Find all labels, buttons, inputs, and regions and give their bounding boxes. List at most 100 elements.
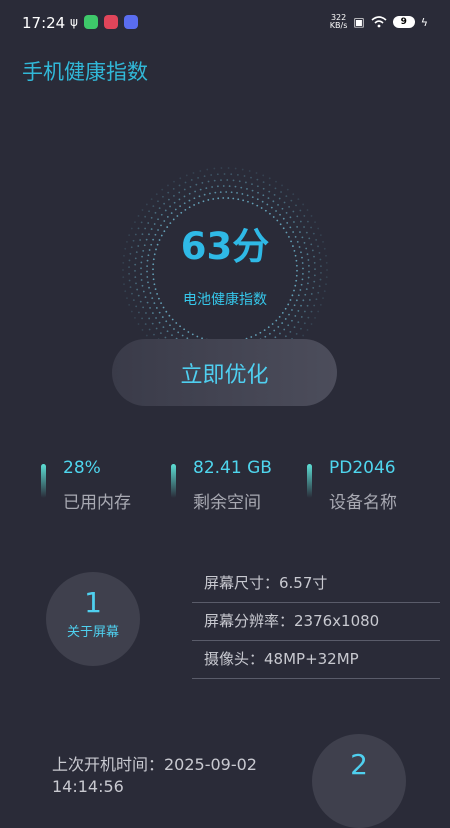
ring-dot [320,271,322,274]
ring-dot [288,205,291,208]
ring-dot [199,170,202,172]
ring-dot [230,173,233,176]
ring-dot [122,276,125,279]
ring-dot [148,210,150,213]
ring-dot [163,202,166,205]
ring-dot [145,312,147,314]
ring-dot [270,206,273,209]
ring-dot [256,185,259,188]
ring-dot [317,310,320,313]
ring-dot [274,336,277,339]
ring-dot [296,269,298,272]
ring-dot [207,180,210,183]
ring-dot [203,193,206,196]
ring-dot [199,188,202,191]
ring-dot [130,310,133,313]
ring-dot [285,211,288,214]
ring-dot [223,173,226,175]
ring-dot [284,335,287,338]
screen-info-badge: 1 关于屏幕 [46,572,140,666]
ring-dot [141,284,144,287]
ring-dot [236,192,238,194]
ring-dot [152,278,155,281]
ring-dot [164,209,167,212]
ring-dot [179,325,181,328]
ring-dot [155,327,158,330]
ring-dot [193,197,196,200]
ring-dot [177,331,180,334]
ring-dot [155,317,157,319]
ring-dot [307,276,310,279]
stat-value: 82.41 GB [193,458,272,478]
ring-dot [173,194,175,197]
ring-dot [197,176,199,179]
screen-size-line: 屏幕尺寸：6.57寸 [192,572,440,603]
ring-dot [273,329,276,332]
divider [192,602,440,603]
ring-dot [281,207,284,210]
ring-dot [251,202,254,205]
ring-dot [277,326,280,328]
ring-dot [291,319,293,322]
ring-dot [262,181,265,184]
ring-dot [318,285,321,288]
ring-dot [162,195,164,198]
ring-dot [123,283,125,286]
ring-dot [157,200,159,203]
ring-dot [251,189,254,192]
system-icons: 322 KB/s ▣ 9 ϟ [330,14,428,30]
ring-dot [148,328,151,331]
ring-dot [306,209,309,211]
ring-dot [247,200,249,203]
ring-dot [220,179,222,181]
ring-dot [166,330,169,333]
ring-dot [230,191,233,194]
ring-dot [297,310,300,312]
ring-dot [159,332,162,335]
ring-dot [271,323,274,325]
ring-dot [141,317,143,320]
ring-dot [180,211,183,214]
optimize-button[interactable]: 立即优化 [112,339,337,406]
ring-dot [251,196,254,199]
ring-dot [314,316,316,319]
ring-dot [219,191,222,194]
ring-dot [188,199,191,202]
ring-dot [245,181,247,184]
ring-dot [232,179,235,182]
ring-dot [262,187,265,190]
ring-dot [234,185,237,188]
ring-dot [222,185,225,187]
ring-dot [145,203,148,206]
ring-dot [300,283,303,286]
ring-dot [283,201,286,204]
ring-dot [151,312,154,314]
ring-dot [257,191,259,194]
ring-dot [264,209,267,212]
health-score: 63分 [180,225,270,268]
ring-dot [148,317,151,320]
ring-dot [140,279,143,281]
ring-dot [226,179,229,181]
battery-icon: 9 [392,16,415,28]
ring-dot [171,334,173,337]
ring-dot [275,210,277,212]
ring-dot [259,331,262,334]
ring-dot [165,320,168,323]
ring-dot [183,188,186,191]
ring-dot [288,313,290,316]
ring-dot [128,272,130,275]
ring-dot [179,205,182,208]
ring-dot [319,278,322,281]
ring-dot [269,212,271,215]
ring-dot [240,186,243,189]
ring-dot [146,276,149,278]
network-speed: 322 KB/s [330,14,348,30]
ring-dot [293,326,296,329]
ring-dot [138,311,140,314]
ring-dot [297,198,300,201]
ring-dot [277,203,279,206]
ring-dot [256,204,259,207]
ring-dot [189,185,192,188]
ring-dot [310,323,313,325]
